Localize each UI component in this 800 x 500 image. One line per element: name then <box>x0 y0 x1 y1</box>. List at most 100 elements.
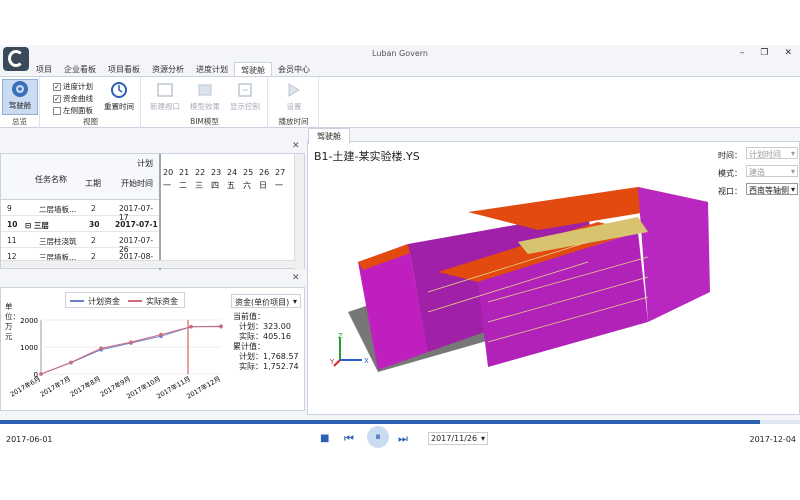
table-row[interactable]: 9 二层墙板... 2 2017-07-17 <box>1 200 159 222</box>
menu-item-cockpit[interactable]: 驾驶舱 <box>234 62 272 76</box>
menu-item-member-center[interactable]: 会员中心 <box>272 62 316 76</box>
cockpit-button[interactable]: 驾驶舱 <box>2 79 38 115</box>
svg-text:Y: Y <box>330 358 335 366</box>
ribbon-group-label: 总览 <box>12 117 27 126</box>
data-point <box>219 324 223 329</box>
x-tick-label: 2017年6月 <box>8 374 42 399</box>
settings-icon <box>284 81 304 99</box>
reset-time-button[interactable]: 重置时间 <box>99 81 139 112</box>
viewport-select[interactable]: 西南等轴侧 ▾ <box>746 183 798 195</box>
minimize-button[interactable]: – <box>740 48 745 58</box>
tab-cockpit[interactable]: 驾驶舱 <box>308 128 350 144</box>
app-window: Luban Govern – ❐ ✕ 项目 企业看板 项目看板 资源分析 进度计… <box>0 45 800 455</box>
fund-curve-checkbox[interactable]: ✓ 资金曲线 <box>53 93 93 104</box>
display-control-button[interactable]: 显示控制 <box>226 81 264 112</box>
app-title: Luban Govern <box>372 49 428 58</box>
stop-button[interactable]: ■ <box>320 433 329 444</box>
model-effect-button[interactable]: 模型效果 <box>186 81 224 112</box>
col-header-start[interactable]: 开始时间 <box>121 178 153 189</box>
fund-chart-panel: 单位：万元 计划资金 实际资金 0 1000 2000 2017年6月 2017年7月 2… <box>0 287 305 411</box>
model-name: B1-土建-某实验楼.YS <box>314 150 420 163</box>
menu-item-project-board[interactable]: 项目看板 <box>102 62 146 76</box>
mode-select[interactable]: 建造 ▾ <box>746 165 798 177</box>
gantt-area: 20 21 22 23 24 25 26 27 一二三四五六日一 <box>159 154 294 270</box>
close-button[interactable]: ✕ <box>784 48 792 58</box>
model-effect-icon <box>195 81 215 99</box>
new-viewport-button[interactable]: 新建视口 <box>146 81 184 112</box>
col-header-duration[interactable]: 工期 <box>85 178 101 189</box>
gantt-weekdays: 一二三四五六日一 <box>163 180 291 191</box>
data-point <box>69 360 73 365</box>
axis-gizmo: Z X Y <box>330 332 369 367</box>
grid-header: 任务名称 工期 开始时间 计划 <box>1 154 159 200</box>
col-header-name[interactable]: 任务名称 <box>35 174 67 185</box>
data-point <box>39 372 43 376</box>
schedule-checkbox[interactable]: ✓ 进度计划 <box>53 81 93 92</box>
col-header-plan: 计划 <box>137 159 153 168</box>
gantt-day: 20 <box>163 168 174 177</box>
gantt-day: 26 <box>259 168 270 177</box>
gantt-weekday: 四 <box>211 181 219 190</box>
gantt-day: 21 <box>179 168 190 177</box>
new-viewport-icon <box>155 81 175 99</box>
table-row[interactable]: 11 三层柱浇筑 2 2017-07-26 <box>1 232 159 254</box>
gantt-weekday: 三 <box>195 181 203 190</box>
gantt-weekday: 日 <box>259 181 267 190</box>
ribbon-group-overview: 驾驶舱 总览 <box>0 77 40 128</box>
menu-item-enterprise-board[interactable]: 企业看板 <box>58 62 102 76</box>
series-line <box>40 326 222 375</box>
x-tick-label: 2017年12月 <box>185 374 222 401</box>
fund-type-dropdown[interactable]: 资金(单价项目) ▾ <box>231 294 301 308</box>
x-tick-label: 2017年7月 <box>38 374 72 399</box>
title-bar: Luban Govern – ❐ ✕ <box>0 45 800 71</box>
menu-bar: 项目 企业看板 项目看板 资源分析 进度计划 驾驶舱 会员中心 <box>30 62 316 76</box>
menu-item-schedule[interactable]: 进度计划 <box>190 62 234 76</box>
maximize-button[interactable]: ❐ <box>760 48 768 58</box>
chevron-down-icon: ▾ <box>292 297 297 306</box>
gantt-weekday: 一 <box>275 181 283 190</box>
svg-text:Z: Z <box>338 332 343 340</box>
gantt-weekday: 一 <box>163 181 171 190</box>
steering-wheel-icon <box>10 80 30 98</box>
reset-time-icon <box>109 81 129 99</box>
y-tick-label: 2000 <box>20 317 38 325</box>
building-model[interactable] <box>338 182 718 382</box>
display-control-icon <box>235 81 255 99</box>
gantt-day: 22 <box>195 168 206 177</box>
data-point <box>99 346 103 351</box>
pause-button[interactable]: ⏸ <box>367 426 389 448</box>
timeline-start: 2017-06-01 <box>6 435 53 444</box>
ribbon-group-playback-time: 设置 播放时间 <box>269 77 319 128</box>
menu-item-resource-analysis[interactable]: 资源分析 <box>146 62 190 76</box>
grid-vertical-scrollbar[interactable] <box>294 154 304 270</box>
gantt-weekday: 二 <box>179 181 187 190</box>
rewind-button[interactable]: ⏮ <box>344 432 354 446</box>
gantt-day-numbers: 20 21 22 23 24 25 26 27 <box>163 168 291 177</box>
data-point <box>129 340 133 344</box>
ribbon-group-bim: 新建视口 模型效果 显示控制 BIM模型 <box>142 77 268 128</box>
menu-item-project[interactable]: 项目 <box>30 62 58 76</box>
model-viewer: 驾驶舱 B1-土建-某实验楼.YS 时间： 计划时间 ▾ 模式： 建造 ▾ 视口： … <box>307 128 800 415</box>
data-point <box>189 324 193 329</box>
timeline-progress <box>0 420 760 424</box>
close-icon[interactable]: ✕ <box>292 273 300 283</box>
table-row[interactable]: 10 ⊟ 三层 30 2017-07-1 <box>1 216 159 232</box>
grid-horizontal-scrollbar[interactable] <box>1 260 296 268</box>
settings-button[interactable]: 设置 <box>275 81 313 112</box>
data-point <box>159 332 163 337</box>
current-date-picker[interactable]: 2017/11/26 ▾ <box>428 432 488 445</box>
time-select[interactable]: 计划时间 ▾ <box>746 147 798 159</box>
fast-forward-button[interactable]: ⏭ <box>398 432 408 446</box>
timeline-track[interactable] <box>0 420 800 424</box>
gantt-day: 23 <box>211 168 222 177</box>
left-panel-checkbox[interactable]: 左侧面板 <box>53 105 93 116</box>
ribbon: 驾驶舱 总览 ✓ 进度计划 ✓ 资金曲线 左侧面板 重置时间 视图 新建视口 模型效… <box>0 76 800 128</box>
gantt-day: 24 <box>227 168 238 177</box>
close-icon[interactable]: ✕ <box>292 141 300 151</box>
fund-chart-svg: 0100020002017年6月2017年7月2017年8月2017年9月201… <box>8 317 223 401</box>
calendar-dropdown-icon: ▾ <box>480 434 485 443</box>
series-line <box>40 325 222 375</box>
playback-bar: 2017-06-01 2017-12-04 ■ ⏮ ⏸ ⏭ 2017/11/26… <box>0 420 800 455</box>
gantt-weekday: 五 <box>227 181 235 190</box>
gantt-day: 27 <box>275 168 286 177</box>
